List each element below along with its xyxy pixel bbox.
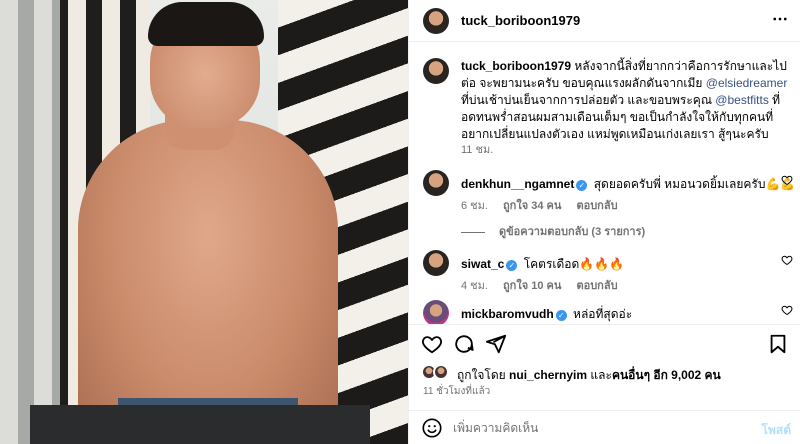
liker-avatar xyxy=(433,364,449,380)
post-panel: tuck_boriboon1979 tuck_boriboon1979 หลัง… xyxy=(408,0,800,444)
likes-prefix: ถูกใจโดย xyxy=(457,368,510,382)
comment-meta: 6 ชม. ถูกใจ 34 คน ตอบกลับ xyxy=(461,196,630,214)
treadmill xyxy=(30,405,370,444)
others-likes-link[interactable]: คนอื่นๆ อีก 9,002 คน xyxy=(612,368,721,382)
likes-summary: ถูกใจโดย nui_chernyim และคนอื่นๆ อีก 9,0… xyxy=(409,362,800,384)
comment-input[interactable] xyxy=(453,417,743,439)
replies-divider xyxy=(461,231,485,233)
verified-badge-icon: ✓ xyxy=(576,180,588,191)
likes-text: ถูกใจโดย nui_chernyim และคนอื่นๆ อีก 9,0… xyxy=(457,366,721,385)
commenter-avatar[interactable] xyxy=(423,250,449,276)
like-heart-icon[interactable] xyxy=(421,333,443,355)
comment-text: หล่อที่สุดอ่ะ xyxy=(573,307,633,321)
comment-likes-count[interactable]: ถูกใจ 34 คน xyxy=(503,200,561,212)
verified-badge-icon: ✓ xyxy=(506,260,518,271)
commenter-username[interactable]: denkhun__ngamnet xyxy=(461,177,574,191)
author-username[interactable]: tuck_boriboon1979 xyxy=(461,13,580,28)
comment-likes-count[interactable]: ถูกใจ 10 คน xyxy=(503,280,561,292)
person-hair xyxy=(148,2,264,46)
mention-link[interactable]: @bestfitts xyxy=(715,93,769,107)
post-actions xyxy=(409,324,800,362)
comments-scroll-area[interactable]: tuck_boriboon1979 หลังจากนี้สิ่งที่ยากกว… xyxy=(409,42,800,324)
bookmark-icon[interactable] xyxy=(767,333,789,355)
heart-icon[interactable] xyxy=(781,304,793,316)
view-replies-label: ดูข้อความตอบกลับ (3 รายการ) xyxy=(499,226,646,238)
caption-part: ที่บ่นเช้าบ่นเย็นจากการปล่อยตัว และขอบพร… xyxy=(461,93,716,107)
emoji-icon[interactable] xyxy=(421,417,443,439)
comment-text: สุดยอดครับพี่ หมอนวดยิ้มเลยครับ💪💪 xyxy=(593,177,796,191)
more-horizontal-icon[interactable] xyxy=(771,10,789,33)
comment-bubble-icon[interactable] xyxy=(453,333,475,355)
mention-link[interactable]: @elsiedreamer xyxy=(706,76,788,90)
comment-line: siwat_c ✓ โคตรเดือด🔥🔥🔥 xyxy=(461,255,624,274)
commenter-avatar[interactable] xyxy=(423,300,449,324)
caption-text: tuck_boriboon1979 หลังจากนี้สิ่งที่ยากกว… xyxy=(461,58,791,143)
reply-button[interactable]: ตอบกลับ xyxy=(576,200,617,212)
window-blinds xyxy=(0,0,60,444)
post-photo[interactable] xyxy=(0,0,408,444)
person-torso xyxy=(78,120,338,444)
caption-username[interactable]: tuck_boriboon1979 xyxy=(461,59,571,73)
reply-button[interactable]: ตอบกลับ xyxy=(576,280,617,292)
heart-icon[interactable] xyxy=(781,254,793,266)
comment-composer: โพสต์ xyxy=(409,410,800,444)
post-header: tuck_boriboon1979 xyxy=(409,0,800,42)
comment-line: denkhun__ngamnet ✓ สุดยอดครับพี่ หมอนวดยิ… xyxy=(461,175,795,194)
verified-badge-icon: ✓ xyxy=(555,310,567,321)
heart-icon[interactable] xyxy=(781,174,793,186)
comment-text: โคตรเดือด🔥🔥🔥 xyxy=(523,257,625,271)
commenter-username[interactable]: mickbaromvudh xyxy=(461,307,554,321)
likes-middle: และ xyxy=(587,368,612,382)
comment-meta: 4 ชม. ถูกใจ 10 คน ตอบกลับ xyxy=(461,276,630,294)
comment-time: 4 ชม. xyxy=(461,280,488,292)
comment-time: 6 ชม. xyxy=(461,200,488,212)
author-avatar[interactable] xyxy=(423,8,449,34)
liker-username[interactable]: nui_chernyim xyxy=(509,368,587,382)
caption-time: 11 ชม. xyxy=(461,144,494,156)
comment-line: mickbaromvudh ✓ หล่อที่สุดอ่ะ xyxy=(461,305,632,324)
share-send-icon[interactable] xyxy=(485,333,507,355)
caption-author-avatar[interactable] xyxy=(423,58,449,84)
post-comment-button[interactable]: โพสต์ xyxy=(762,421,791,440)
commenter-username[interactable]: siwat_c xyxy=(461,257,504,271)
view-replies-button[interactable]: ดูข้อความตอบกลับ (3 รายการ) xyxy=(461,222,645,240)
commenter-avatar[interactable] xyxy=(423,170,449,196)
post-timestamp: 11 ชั่วโมงที่แล้ว xyxy=(423,386,491,397)
